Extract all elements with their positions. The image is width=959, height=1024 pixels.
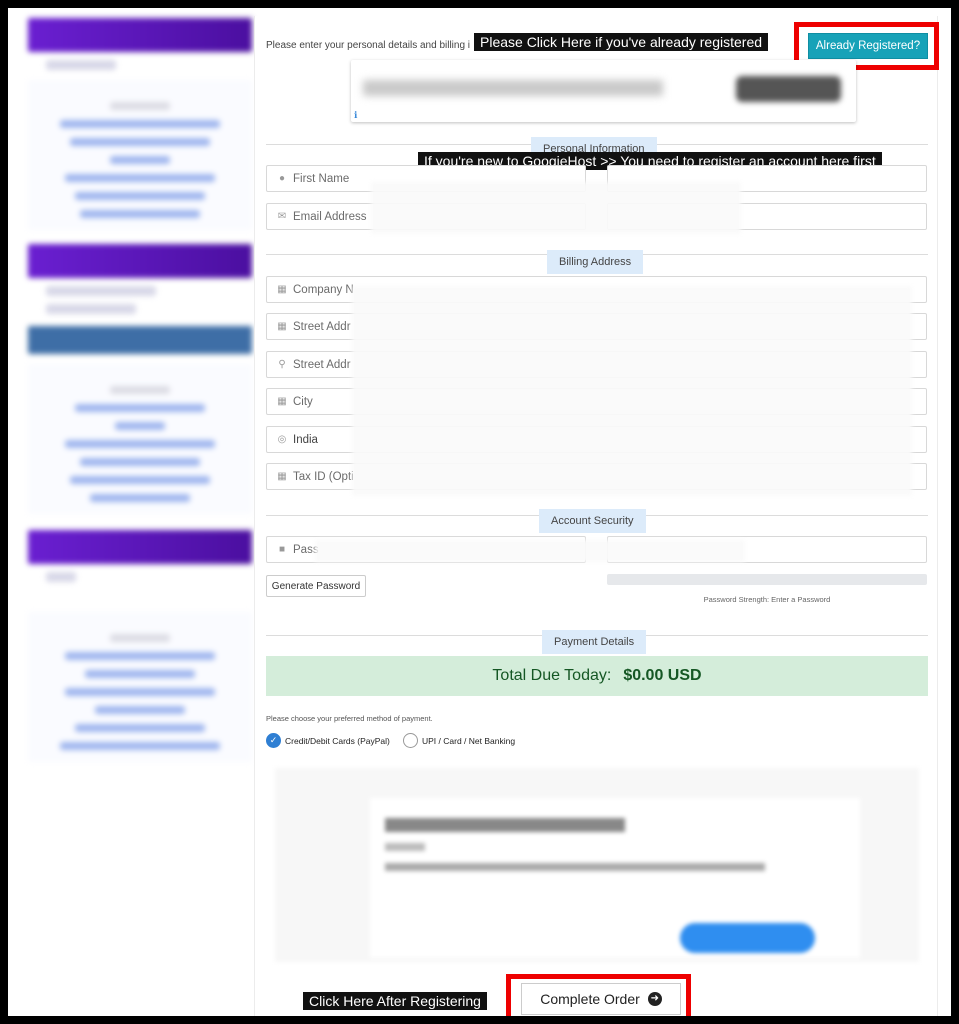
sidebar-header: [28, 326, 252, 354]
country-value: India: [293, 433, 318, 446]
captcha-text: [363, 80, 663, 96]
redacted-area: [315, 540, 745, 562]
section-title-payment: Payment Details: [542, 630, 647, 654]
building-icon: ▦: [277, 321, 287, 332]
sidebar-header: [28, 18, 252, 52]
payment-method-paypal[interactable]: ✓ Credit/Debit Cards (PayPal): [266, 733, 390, 748]
paypal-pay-button[interactable]: [680, 923, 815, 953]
tax-id-placeholder: Tax ID (Opti: [293, 470, 354, 483]
building-icon: ▦: [277, 284, 287, 295]
sidebar-subtext: [46, 60, 116, 70]
info-icon: ℹ: [354, 110, 358, 120]
user-icon: ●: [278, 173, 286, 184]
location-icon: ⚲: [278, 359, 286, 370]
captcha-widget[interactable]: ℹ: [351, 60, 856, 122]
payment-method-label: Credit/Debit Cards (PayPal): [285, 735, 390, 746]
checkout-form: Please enter your personal details and b…: [254, 16, 939, 1016]
total-due-banner: Total Due Today: $0.00 USD: [266, 656, 928, 696]
already-registered-button[interactable]: Already Registered?: [808, 33, 928, 59]
envelope-icon: ✉: [277, 211, 287, 222]
first-name-placeholder: First Name: [293, 172, 350, 185]
street1-placeholder: Street Addr: [293, 320, 351, 333]
check-icon[interactable]: ✓: [266, 733, 281, 748]
redacted-area: [371, 182, 741, 234]
payment-method-upi[interactable]: UPI / Card / Net Banking: [403, 733, 515, 748]
intro-text: Please enter your personal details and b…: [266, 40, 471, 51]
building-icon: ▦: [277, 396, 287, 407]
captcha-button[interactable]: [736, 76, 841, 102]
total-due-label: Total Due Today:: [492, 667, 612, 684]
radio-unselected[interactable]: [403, 733, 418, 748]
payment-method-prompt: Please choose your preferred method of p…: [266, 714, 433, 723]
sidebar-subtext: [46, 304, 136, 314]
sidebar-subtext: [46, 572, 76, 582]
complete-order-label: Complete Order: [540, 991, 640, 1007]
password-strength-text: Password Strength: Enter a Password: [703, 595, 831, 604]
sidebar-header: [28, 530, 252, 564]
sidebar-subtext: [46, 286, 156, 296]
page-frame: Please enter your personal details and b…: [8, 8, 951, 1016]
street2-placeholder: Street Addr: [293, 358, 351, 371]
arrow-right-circle-icon: ➜: [647, 992, 662, 1006]
generate-password-button[interactable]: Generate Password: [266, 575, 366, 597]
building-icon: ▦: [277, 471, 287, 482]
complete-order-button[interactable]: Complete Order ➜: [521, 983, 681, 1015]
section-title-billing: Billing Address: [547, 250, 644, 274]
paypal-embed[interactable]: [275, 768, 919, 962]
city-placeholder: City: [293, 395, 313, 408]
sidebar-panel: [28, 612, 252, 762]
sidebar-panel: [28, 80, 252, 230]
sidebar-panel: [28, 364, 252, 514]
already-registered-banner: Please Click Here if you've already regi…: [474, 33, 769, 51]
redacted-area: [352, 286, 912, 496]
sidebar-header: [28, 244, 252, 278]
password-strength-bar: [607, 574, 927, 585]
company-placeholder: Company N: [293, 283, 354, 296]
payment-method-label: UPI / Card / Net Banking: [422, 735, 516, 746]
globe-icon: ◎: [277, 434, 287, 445]
sidebar: [28, 18, 252, 868]
after-register-banner: Click Here After Registering: [303, 992, 487, 1010]
email-placeholder: Email Address: [293, 210, 367, 223]
section-title-security: Account Security: [539, 509, 646, 533]
lock-icon: ■: [278, 544, 286, 555]
total-due-value: $0.00 USD: [623, 667, 702, 684]
